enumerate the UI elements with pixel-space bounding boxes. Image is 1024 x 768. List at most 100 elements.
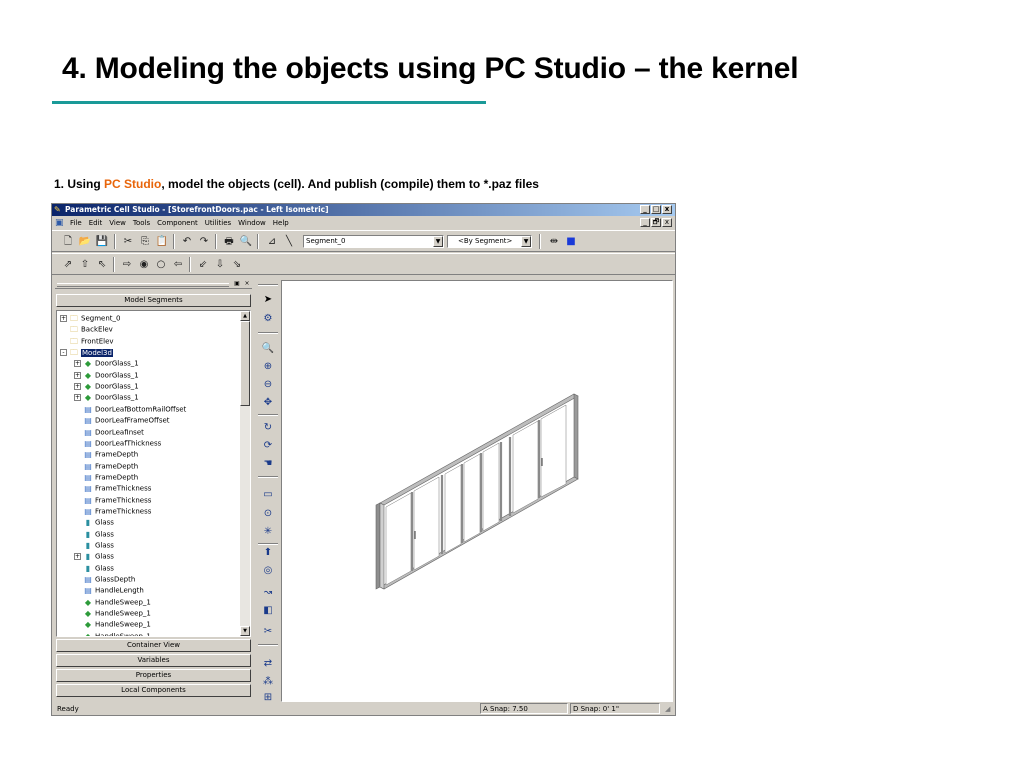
orbit-icon[interactable]: ⟳: [259, 438, 277, 454]
tree-item[interactable]: 🗀 FrontElev: [60, 336, 114, 347]
local-components-button[interactable]: Local Components: [56, 684, 251, 697]
menu-file[interactable]: File: [70, 217, 82, 229]
line-tool-icon[interactable]: ╲: [281, 234, 297, 249]
panel-restore-icon[interactable]: ▣: [233, 280, 241, 287]
pan-icon[interactable]: ✥: [259, 395, 277, 411]
maximize-button[interactable]: □: [651, 205, 661, 214]
tree-item[interactable]: ▤ HandleLength: [74, 585, 144, 596]
doc-close-button[interactable]: x: [662, 218, 672, 227]
tree-item[interactable]: ▤ DoorLeafBottomRailOffset: [74, 404, 186, 415]
view-front-icon[interactable]: ◉: [136, 257, 152, 272]
tree-item[interactable]: + ◆ DoorGlass_1: [74, 381, 139, 392]
menu-window[interactable]: Window: [238, 217, 266, 229]
zoom-in-icon[interactable]: 🔍: [259, 341, 277, 357]
tree-item[interactable]: + ◆ DoorGlass_1: [74, 370, 139, 381]
expand-toggle-icon[interactable]: +: [74, 360, 81, 368]
menu-view[interactable]: View: [109, 217, 126, 229]
doc-restore-button[interactable]: 🗗: [651, 218, 661, 227]
tree-item[interactable]: ▤ DoorLeafFrameOffset: [74, 415, 169, 426]
zoom-window-icon[interactable]: ⊕: [259, 359, 277, 375]
expand-toggle-icon[interactable]: -: [60, 349, 67, 357]
zoom-out-icon[interactable]: ⊖: [259, 377, 277, 393]
copy-icon[interactable]: ⎘: [137, 234, 153, 249]
save-icon[interactable]: 💾: [94, 234, 110, 249]
view-iso-nw-icon[interactable]: ⇖: [94, 257, 110, 272]
select-arrow-icon[interactable]: ➤: [259, 292, 277, 308]
chevron-down-icon[interactable]: ▼: [433, 236, 443, 247]
expand-toggle-icon[interactable]: +: [60, 315, 67, 322]
tree-item[interactable]: ▮ Glass: [74, 563, 114, 574]
view-iso-sw-icon[interactable]: ⇙: [195, 257, 211, 272]
array-icon[interactable]: ⁂: [259, 674, 277, 690]
expand-toggle-icon[interactable]: +: [74, 371, 81, 379]
minimize-button[interactable]: _: [640, 205, 650, 214]
trim-icon[interactable]: ✂: [259, 624, 277, 640]
tree-item[interactable]: + ◆ DoorGlass_1: [74, 392, 139, 403]
resize-grip-icon[interactable]: ◢: [662, 703, 674, 714]
expand-toggle-icon[interactable]: +: [74, 383, 81, 391]
tree-item[interactable]: ▤ FrameThickness: [74, 483, 151, 494]
tree-item[interactable]: ▤ FrameDepth: [74, 472, 138, 483]
tree-scrollbar[interactable]: ▲ ▼: [240, 311, 250, 636]
dimension-icon[interactable]: ⊿: [264, 234, 280, 249]
view-iso-se-icon[interactable]: ⇘: [229, 257, 245, 272]
panel-grip[interactable]: [57, 283, 229, 287]
view-iso-ne-icon[interactable]: ⇗: [60, 257, 76, 272]
doc-minimize-button[interactable]: _: [640, 218, 650, 227]
circle-icon[interactable]: ⊙: [259, 506, 277, 522]
new-file-icon[interactable]: 🗋: [60, 234, 76, 249]
tree-item[interactable]: + ▮ Glass: [74, 551, 114, 562]
line-width-icon[interactable]: ⇹: [546, 234, 562, 249]
window-titlebar[interactable]: ✎ Parametric Cell Studio - [StorefrontDo…: [52, 204, 675, 216]
scroll-down-icon[interactable]: ▼: [240, 626, 250, 636]
menu-help[interactable]: Help: [273, 217, 289, 229]
tree-item[interactable]: + 🗀 Segment_0: [60, 313, 120, 324]
solid-icon[interactable]: ◧: [259, 603, 277, 619]
tree-item[interactable]: ▤ FrameThickness: [74, 495, 151, 506]
scroll-up-icon[interactable]: ▲: [240, 311, 250, 321]
print-icon[interactable]: 🖶: [221, 234, 237, 249]
redo-icon[interactable]: ↷: [196, 234, 212, 249]
by-segment-select[interactable]: <By Segment> ▼: [447, 235, 532, 248]
container-view-button[interactable]: Container View: [56, 639, 251, 652]
revolve-icon[interactable]: ◎: [259, 563, 277, 579]
segment-select[interactable]: Segment_0 ▼: [303, 235, 444, 248]
tree-item[interactable]: ◆ HandleSweep_1: [74, 631, 151, 636]
segment-tree[interactable]: + 🗀 Segment_0 🗀 BackElev 🗀 FrontElev - 🗀 Model3d +…: [56, 310, 251, 637]
point-icon[interactable]: ✳: [259, 524, 277, 540]
tree-item[interactable]: ▤ FrameThickness: [74, 506, 151, 517]
expand-toggle-icon[interactable]: +: [74, 394, 81, 402]
tree-item[interactable]: 🗀 BackElev: [60, 324, 113, 335]
tree-item[interactable]: - 🗀 Model3d: [60, 347, 113, 358]
component-tool-icon[interactable]: ⚙: [259, 311, 277, 327]
print-preview-icon[interactable]: 🔍: [238, 234, 254, 249]
view-left-icon[interactable]: ⇦: [170, 257, 186, 272]
menu-edit[interactable]: Edit: [89, 217, 103, 229]
tree-item[interactable]: ◆ HandleSweep_1: [74, 597, 151, 608]
tree-item[interactable]: ▤ DoorLeafThickness: [74, 438, 161, 449]
view-right-icon[interactable]: ⇨: [119, 257, 135, 272]
view-top-icon[interactable]: ⇧: [77, 257, 93, 272]
document-icon[interactable]: ▣: [55, 218, 64, 228]
tree-item[interactable]: ▮ Glass: [74, 529, 114, 540]
tree-item[interactable]: ◆ HandleSweep_1: [74, 619, 151, 630]
sweep-icon[interactable]: ↝: [259, 585, 277, 601]
properties-button[interactable]: Properties: [56, 669, 251, 682]
expand-toggle-icon[interactable]: +: [74, 553, 81, 561]
open-folder-icon[interactable]: 📂: [77, 234, 93, 249]
menu-tools[interactable]: Tools: [133, 217, 150, 229]
close-button[interactable]: x: [662, 205, 672, 214]
color-swatch-icon[interactable]: ■: [563, 234, 579, 249]
menu-utilities[interactable]: Utilities: [205, 217, 231, 229]
mirror-icon[interactable]: ⇄: [259, 656, 277, 672]
model-viewport[interactable]: [281, 280, 673, 702]
tree-item[interactable]: ▮ Glass: [74, 517, 114, 528]
tree-item[interactable]: ▮ Glass: [74, 540, 114, 551]
variables-button[interactable]: Variables: [56, 654, 251, 667]
tree-item[interactable]: ▤ GlassDepth: [74, 574, 135, 585]
model-segments-header[interactable]: Model Segments: [56, 294, 251, 307]
undo-icon[interactable]: ↶: [179, 234, 195, 249]
tree-item[interactable]: + ◆ DoorGlass_1: [74, 358, 139, 369]
walk-icon[interactable]: ☚: [259, 456, 277, 472]
panel-close-icon[interactable]: ×: [243, 280, 251, 287]
